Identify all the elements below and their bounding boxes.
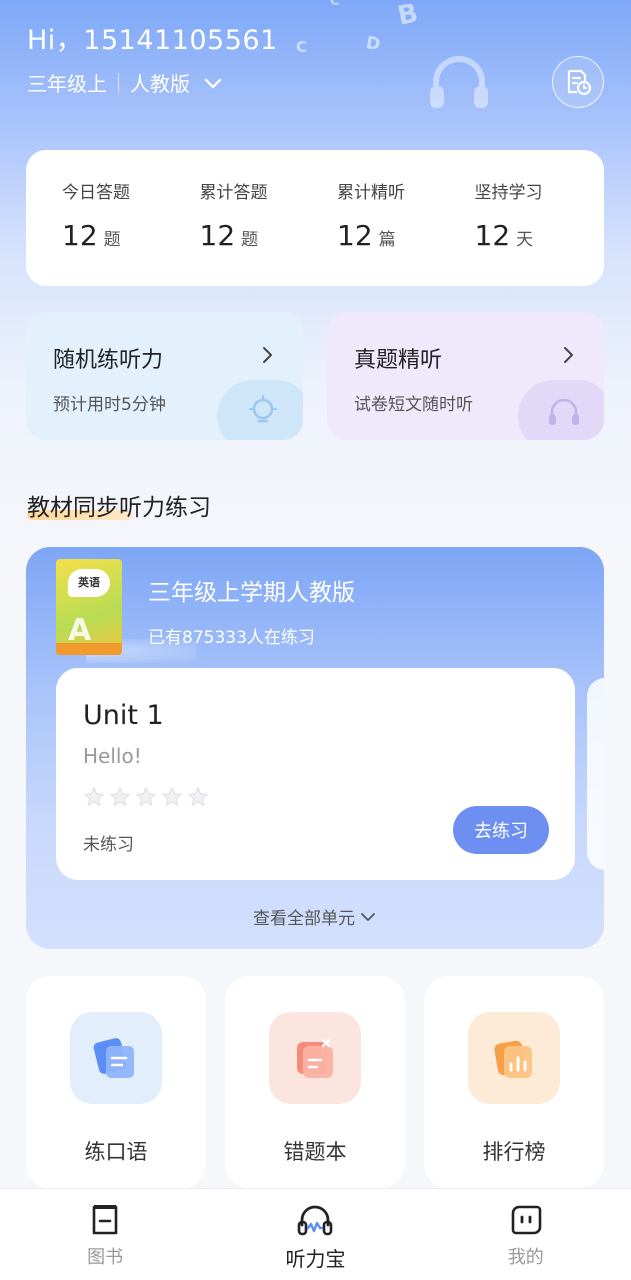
view-all-label: 查看全部单元	[253, 909, 355, 929]
view-all-units-link[interactable]: 查看全部单元	[26, 904, 604, 929]
star-icon	[162, 787, 182, 806]
grade-selector[interactable]: 三年级上 人教版	[27, 68, 224, 97]
divider	[118, 72, 119, 93]
tile-label: 练口语	[84, 1140, 148, 1164]
chevron-down-icon	[204, 78, 222, 88]
stats-card: 今日答题 12 题 累计答题 12 题 累计精听 12 篇 坚持学习 12 天	[26, 150, 604, 286]
textbook-sync-card: 英语 A 三年级上学期人教版 已有875333人在练习 Unit 1 Hello…	[26, 547, 604, 949]
report-clock-icon	[567, 69, 592, 96]
mistake-book-icon	[269, 1012, 361, 1104]
tab-listening[interactable]: 听力宝	[210, 1189, 420, 1280]
go-practice-button[interactable]: 去练习	[453, 806, 549, 854]
speaking-practice-tile[interactable]: 练口语	[26, 976, 206, 1188]
tab-label: 我的	[507, 1247, 544, 1268]
cover-badge: 英语	[68, 569, 110, 597]
tile-label: 错题本	[283, 1140, 347, 1164]
stat-value: 12	[474, 219, 511, 252]
profile-face-icon	[511, 1205, 542, 1235]
card-title: 随机练听力	[53, 348, 164, 373]
stat-label: 今日答题	[62, 183, 130, 203]
next-unit-card-peek[interactable]	[587, 678, 604, 870]
stat-label: 坚持学习	[474, 183, 543, 203]
stat-streak-days: 坚持学习 12 天	[453, 150, 591, 286]
chevron-right-icon	[263, 347, 272, 363]
speaking-icon	[70, 1012, 162, 1104]
book-icon	[92, 1205, 118, 1235]
card-subtitle: 预计用时5分钟	[53, 395, 166, 415]
chevron-down-icon	[361, 912, 375, 921]
leaderboard-icon	[468, 1012, 560, 1104]
headphones-icon	[298, 1205, 333, 1236]
bottom-tab-bar: 图书 听力宝 我的	[0, 1188, 631, 1280]
exam-listening-card[interactable]: 真题精听 试卷短文随时听	[327, 312, 604, 440]
study-report-button[interactable]	[552, 56, 604, 108]
unit-subtitle: Hello!	[83, 744, 142, 768]
card-decoration	[518, 380, 604, 440]
card-subtitle: 试卷短文随时听	[354, 395, 473, 415]
star-icon	[188, 787, 208, 806]
unit-card[interactable]: Unit 1 Hello! 未练习 去练习	[56, 668, 575, 880]
star-rating	[83, 786, 209, 808]
stat-unit: 题	[241, 230, 259, 250]
stat-value: 12	[337, 219, 373, 252]
headphone-decoration-icon	[430, 56, 488, 108]
grade-label: 三年级上	[27, 72, 107, 96]
deco-letter: C	[330, 0, 340, 9]
star-icon	[110, 787, 130, 806]
mistake-book-tile[interactable]: 错题本	[225, 976, 405, 1188]
tab-books[interactable]: 图书	[0, 1189, 210, 1280]
stat-label: 累计答题	[199, 183, 268, 203]
greeting-text: Hi，15141105561	[27, 25, 278, 56]
section-title: 教材同步听力练习	[27, 495, 211, 521]
tile-label: 排行榜	[482, 1140, 546, 1164]
cover-strip	[56, 643, 122, 655]
stat-unit: 篇	[378, 230, 396, 250]
star-icon	[84, 787, 104, 806]
learners-count: 已有875333人在练习	[148, 628, 315, 648]
stat-label: 累计精听	[337, 183, 405, 203]
stat-unit: 天	[516, 230, 534, 250]
stat-unit: 题	[103, 230, 121, 250]
textbook-title: 三年级上学期人教版	[148, 580, 355, 606]
chevron-right-icon	[564, 347, 573, 363]
random-listening-card[interactable]: 随机练听力 预计用时5分钟	[26, 312, 303, 440]
edition-label: 人教版	[130, 72, 190, 96]
unit-status: 未练习	[83, 835, 134, 855]
deco-letter: C	[296, 38, 308, 56]
stat-total-listened: 累计精听 12 篇	[315, 150, 453, 286]
card-title: 真题精听	[354, 348, 443, 373]
leaderboard-tile[interactable]: 排行榜	[424, 976, 604, 1188]
card-decoration	[217, 380, 303, 440]
tab-label: 听力宝	[285, 1247, 346, 1271]
star-icon	[136, 787, 156, 806]
tab-label: 图书	[87, 1247, 124, 1268]
stat-value: 12	[199, 219, 236, 252]
tab-mine[interactable]: 我的	[421, 1189, 631, 1280]
textbook-cover[interactable]: 英语 A	[56, 559, 122, 655]
headphones-icon	[549, 398, 579, 425]
stat-value: 12	[62, 219, 98, 252]
unit-title: Unit 1	[83, 700, 164, 731]
stat-today-answers: 今日答题 12 题	[40, 150, 178, 286]
lightbulb-icon	[249, 395, 277, 423]
stat-total-answers: 累计答题 12 题	[178, 150, 316, 286]
